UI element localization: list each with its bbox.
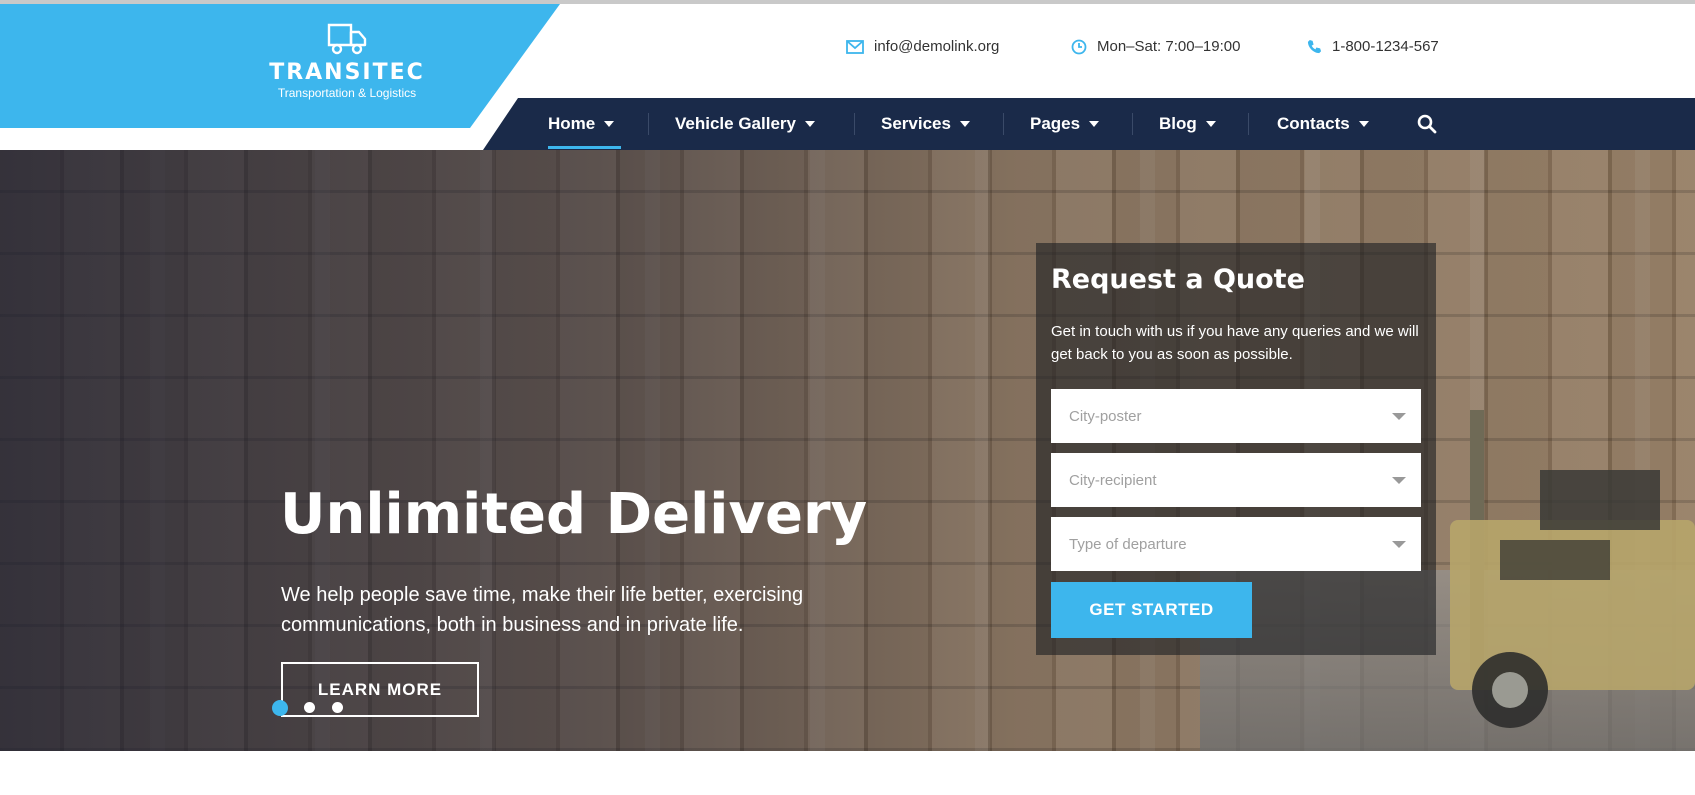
nav-item-pages[interactable]: Pages <box>1030 98 1100 150</box>
contact-hours: Mon–Sat: 7:00–19:00 <box>1071 38 1240 55</box>
city-recipient-placeholder: City-recipient <box>1069 471 1157 489</box>
departure-type-select[interactable]: Type of departure <box>1051 517 1421 571</box>
caret-down-icon <box>959 121 970 127</box>
contact-hours-text: Mon–Sat: 7:00–19:00 <box>1097 38 1241 55</box>
caret-down-icon <box>1205 121 1216 127</box>
nav-label-home: Home <box>548 114 596 133</box>
caret-down-icon <box>604 121 615 127</box>
nav-active-indicator <box>548 146 621 149</box>
nav-divider <box>854 113 855 135</box>
quote-description: Get in touch with us if you have any que… <box>1051 323 1419 363</box>
quote-title: Request a Quote <box>1051 264 1305 295</box>
city-poster-placeholder: City-poster <box>1069 407 1142 425</box>
departure-type-placeholder: Type of departure <box>1069 535 1187 553</box>
dropdown-arrow-icon <box>1392 413 1406 420</box>
phone-icon <box>1307 39 1322 54</box>
slider-dot-3[interactable] <box>332 702 343 713</box>
contact-phone[interactable]: 1-800-1234-567 <box>1307 38 1439 55</box>
nav-item-blog[interactable]: Blog <box>1159 98 1216 150</box>
dropdown-arrow-icon <box>1392 477 1406 484</box>
nav-label-vehicle-gallery: Vehicle Gallery <box>675 114 796 133</box>
quote-form-panel: Request a Quote Get in touch with us if … <box>1036 243 1436 655</box>
slider-dot-2[interactable] <box>304 702 315 713</box>
nav-item-services[interactable]: Services <box>881 98 970 150</box>
contact-email-text: info@demolink.org <box>874 38 1000 55</box>
slider-dot-1[interactable] <box>272 700 288 716</box>
contact-phone-text: 1-800-1234-567 <box>1332 38 1439 55</box>
nav-item-home[interactable]: Home <box>548 98 615 150</box>
hero-description: We help people save time, make their lif… <box>281 584 804 636</box>
search-button[interactable] <box>1417 98 1437 150</box>
contact-email[interactable]: info@demolink.org <box>846 38 999 55</box>
logo-subtitle: Transportation & Logistics <box>277 86 417 100</box>
city-recipient-select[interactable]: City-recipient <box>1051 453 1421 507</box>
nav-divider <box>1248 113 1249 135</box>
nav-label-contacts: Contacts <box>1277 114 1350 133</box>
hero-title: Unlimited Delivery <box>280 482 868 547</box>
nav-divider <box>648 113 649 135</box>
nav-item-vehicle-gallery[interactable]: Vehicle Gallery <box>675 98 815 150</box>
main-nav: Home Vehicle Gallery Services Pages Blog… <box>483 98 1695 150</box>
caret-down-icon <box>1089 121 1100 127</box>
nav-label-pages: Pages <box>1030 114 1081 133</box>
browser-top-border <box>0 0 1695 4</box>
caret-down-icon <box>1358 121 1369 127</box>
nav-item-contacts[interactable]: Contacts <box>1277 98 1369 150</box>
contact-bar: info@demolink.org Mon–Sat: 7:00–19:00 1-… <box>0 38 1695 64</box>
search-icon <box>1417 114 1437 134</box>
nav-divider <box>1003 113 1004 135</box>
clock-icon <box>1071 39 1087 54</box>
get-started-button[interactable]: GET STARTED <box>1051 582 1252 638</box>
city-poster-select[interactable]: City-poster <box>1051 389 1421 443</box>
dropdown-arrow-icon <box>1392 541 1406 548</box>
caret-down-icon <box>804 121 815 127</box>
nav-divider <box>1132 113 1133 135</box>
hero-slider: Unlimited Delivery We help people save t… <box>0 150 1695 751</box>
nav-label-blog: Blog <box>1159 114 1197 133</box>
nav-label-services: Services <box>881 114 951 133</box>
envelope-icon <box>846 39 864 54</box>
